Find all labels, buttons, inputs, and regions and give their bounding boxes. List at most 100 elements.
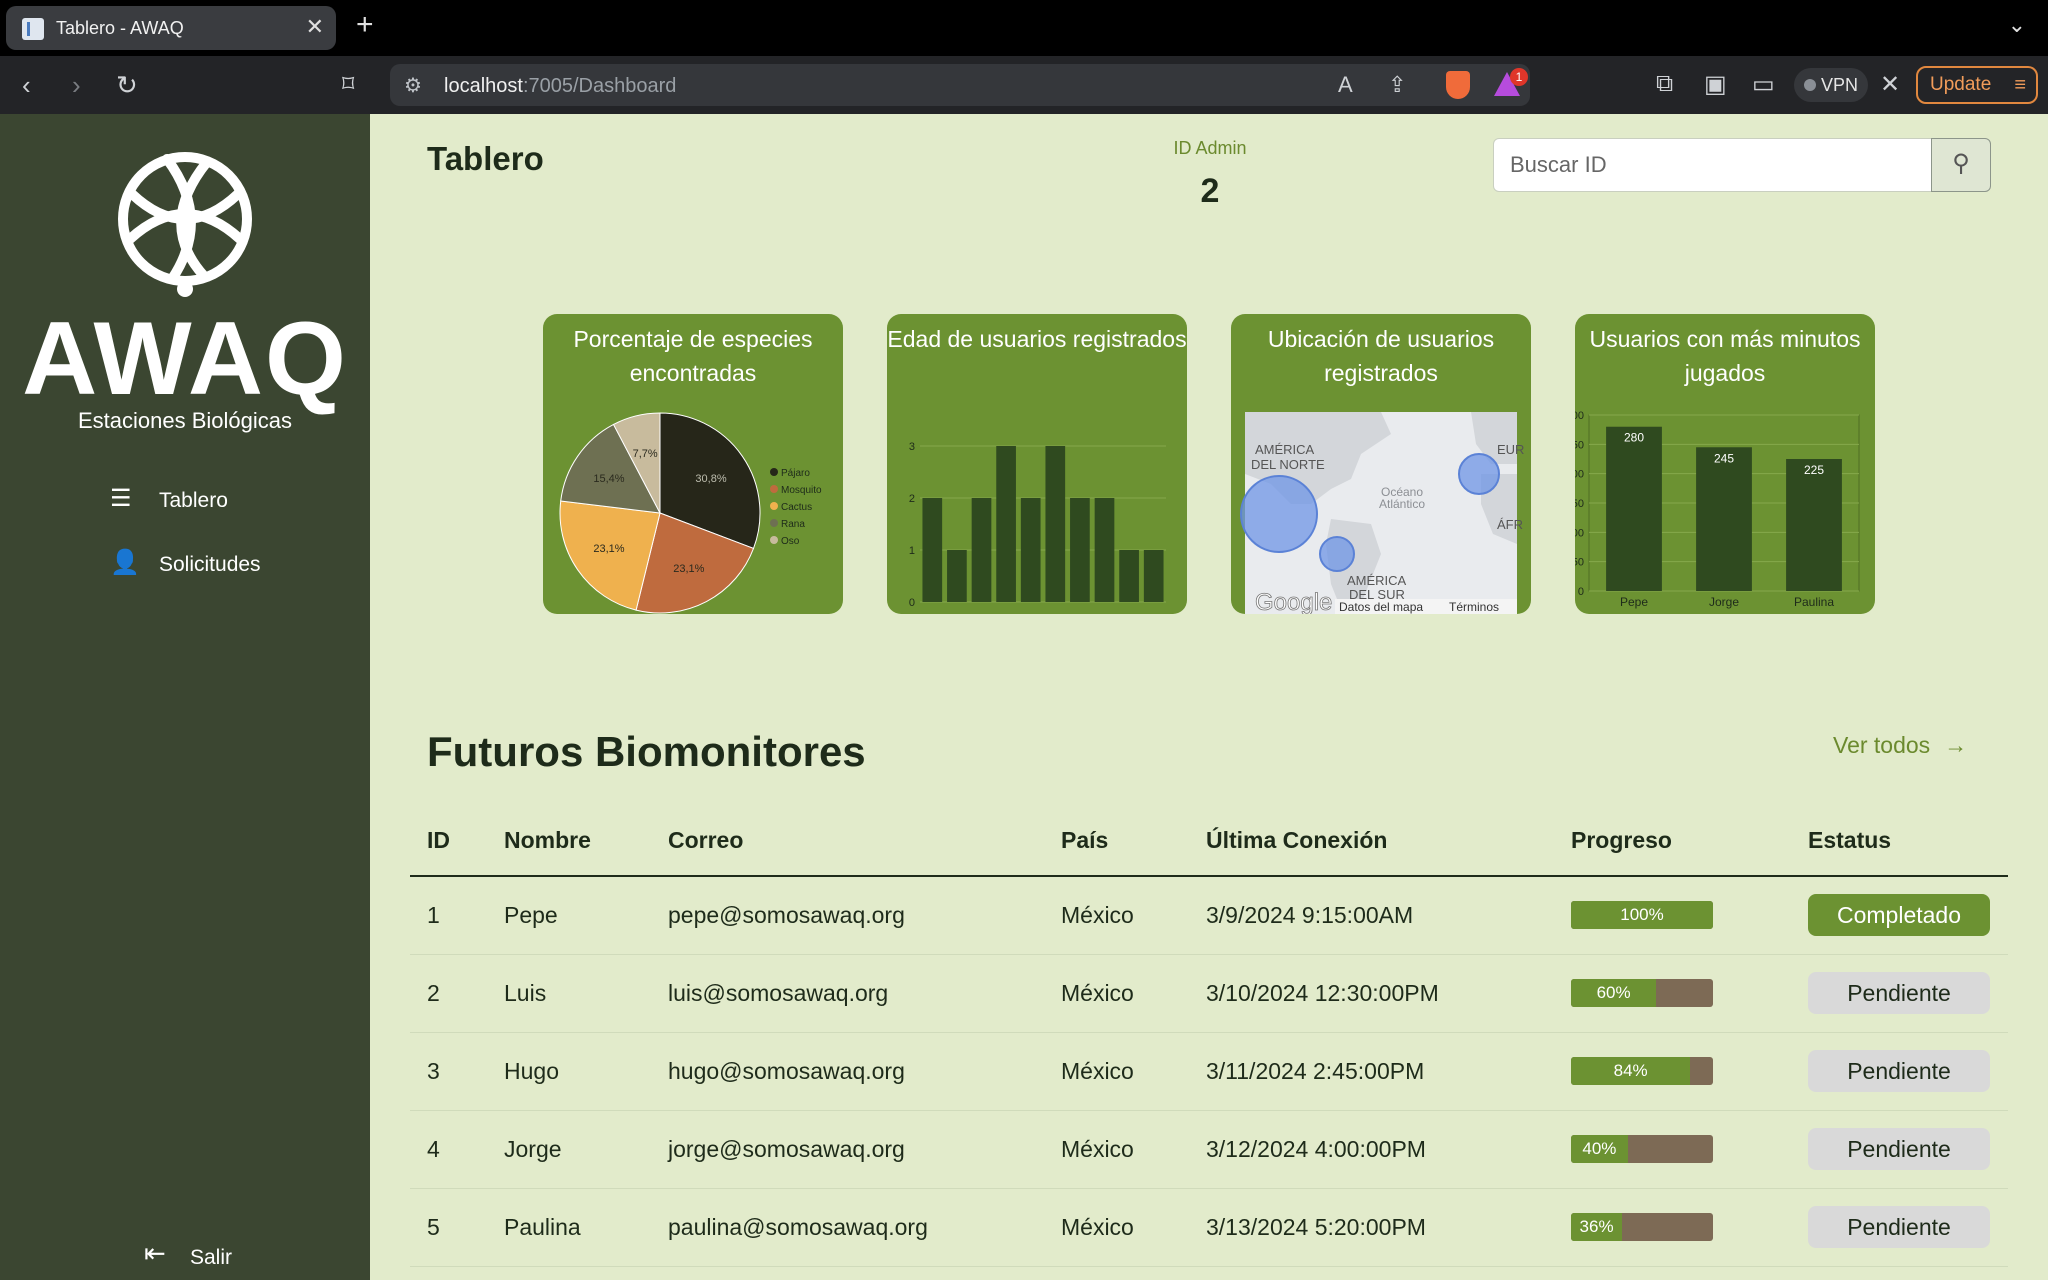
brave-shields-icon[interactable] [1446, 71, 1470, 99]
reload-icon[interactable]: ↻ [116, 70, 138, 101]
legend-swatch [770, 536, 778, 544]
cell-name: Jorge [487, 1110, 651, 1189]
translate-icon[interactable]: A [1338, 72, 1353, 98]
back-icon[interactable]: ‹ [22, 70, 31, 101]
cell-email: luis@somosawaq.org [651, 954, 1044, 1033]
table-row[interactable]: 2 Luis luis@somosawaq.org México 3/10/2024 1… [410, 954, 2008, 1033]
cell-email: paulina@somosawaq.org [651, 1188, 1044, 1267]
bar[interactable] [1606, 426, 1662, 591]
progress-label: 100% [1620, 905, 1664, 925]
legend-swatch [770, 519, 778, 527]
table-row[interactable]: 4 Jorge jorge@somosawaq.org México 3/12/2024… [410, 1110, 2008, 1189]
close-tab-icon[interactable]: ✕ [306, 14, 324, 40]
browser-toolbar: ‹ › ↻ ⌑ ⚙ localhost:7005/Dashboard A ⇪ 1… [0, 56, 2048, 114]
pie-slice-label: 7,7% [633, 448, 658, 460]
new-tab-icon[interactable]: + [356, 8, 374, 42]
map-label: AMÉRICA [1255, 442, 1315, 457]
table-row[interactable]: 5 Paulina paulina@somosawaq.org México 3/13/… [410, 1188, 2008, 1267]
bar-value-label: 280 [1624, 431, 1644, 445]
cell-email: hugo@somosawaq.org [651, 1032, 1044, 1111]
browser-tab[interactable]: Tablero - AWAQ ✕ [6, 6, 336, 50]
share-icon[interactable]: ⇪ [1388, 72, 1406, 98]
bar[interactable] [996, 446, 1016, 602]
bar[interactable] [1045, 446, 1066, 602]
browser-tab-bar: Tablero - AWAQ ✕ + ⌄ [0, 0, 2048, 56]
view-all-link[interactable]: Ver todos → [1833, 732, 1967, 759]
bar[interactable] [971, 498, 992, 602]
status-badge[interactable]: Pendiente [1808, 1050, 1990, 1092]
y-tick-label: 0 [1578, 586, 1584, 598]
bar[interactable] [1143, 550, 1164, 602]
bar[interactable] [1696, 447, 1752, 591]
progress-label: 36% [1579, 1217, 1614, 1236]
y-tick-label: 50 [1575, 557, 1584, 569]
cell-country: México [1044, 1188, 1189, 1267]
cell-last-connection: 3/11/2024 2:45:00PM [1189, 1032, 1554, 1111]
status-badge[interactable]: Pendiente [1808, 972, 1990, 1014]
cell-status: Completado [1791, 876, 2008, 955]
map-label: DEL NORTE [1251, 457, 1325, 472]
status-badge[interactable]: Completado [1808, 894, 1990, 937]
bar[interactable] [1070, 498, 1090, 602]
forward-icon[interactable]: › [72, 70, 81, 101]
cell-country: México [1044, 1032, 1189, 1111]
bookmark-icon[interactable]: ⌑ [342, 70, 354, 99]
map-terms-link[interactable]: Términos [1449, 600, 1499, 614]
bar[interactable] [922, 498, 943, 602]
sidebar-item-label: Solicitudes [159, 553, 261, 576]
leo-ai-icon[interactable]: ✕ [1880, 70, 1900, 99]
x-tick-label: Jorge [1709, 595, 1739, 609]
bar[interactable] [947, 550, 967, 602]
column-header-country: País [1044, 806, 1189, 877]
y-tick-label: 0 [909, 597, 915, 609]
address-bar[interactable]: ⚙ localhost:7005/Dashboard A ⇪ 1 [390, 64, 1530, 106]
sidebar-toggle-icon[interactable]: ▣ [1704, 70, 1727, 99]
cell-status: Pendiente [1791, 1032, 2008, 1111]
vpn-button[interactable]: VPN [1794, 68, 1868, 102]
table-row[interactable]: 3 Hugo hugo@somosawaq.org México 3/11/2024 2… [410, 1032, 2008, 1111]
y-tick-label: 250 [1575, 439, 1584, 451]
progress-bar: 100% [1571, 901, 1713, 930]
wallet-icon[interactable]: ▭ [1752, 70, 1775, 99]
y-tick-label: 200 [1575, 469, 1584, 481]
arrow-right-icon: → [1944, 732, 1968, 758]
bar[interactable] [1020, 498, 1041, 602]
status-badge[interactable]: Pendiente [1808, 1206, 1990, 1248]
y-tick-label: 300 [1575, 410, 1584, 422]
update-button[interactable]: Update ≡ [1916, 66, 2038, 104]
logout-label: Salir [190, 1246, 233, 1269]
legend-label: Oso [781, 536, 800, 547]
cell-last-connection: 3/12/2024 4:00:00PM [1189, 1110, 1554, 1189]
cell-last-connection: 3/13/2024 5:20:00PM [1189, 1188, 1554, 1267]
cell-email: pepe@somosawaq.org [651, 876, 1044, 955]
ages-bar-chart: 0 1 2 3 [909, 441, 1166, 609]
table-header-row: ID Nombre Correo País Última Conexión Pr… [410, 806, 2008, 877]
status-badge[interactable]: Pendiente [1808, 1128, 1990, 1170]
table-row[interactable]: 1 Pepe pepe@somosawaq.org México 3/9/2024 9:… [410, 876, 2008, 955]
site-settings-icon[interactable]: ⚙ [404, 73, 422, 98]
users-location-map[interactable]: AMÉRICA DEL NORTE Océano Atlántico AMÉRI… [1231, 314, 1531, 614]
bar-value-label: 245 [1714, 451, 1734, 465]
cell-id: 5 [410, 1188, 487, 1267]
cell-country: México [1044, 876, 1189, 955]
cell-progress: 100% [1554, 876, 1791, 955]
cell-name: Hugo [487, 1032, 651, 1111]
extensions-icon[interactable]: ⧉ [1656, 70, 1673, 98]
search-id-input[interactable] [1493, 138, 1933, 192]
cell-progress: 60% [1554, 954, 1791, 1033]
tab-list-chevron-icon[interactable]: ⌄ [2008, 12, 2026, 38]
legend-swatch [770, 468, 778, 476]
map-label: EUR [1497, 442, 1524, 457]
list-icon: ☰ [110, 485, 132, 512]
map-data-link[interactable]: Datos del mapa [1339, 600, 1423, 614]
logout-icon: ⇤ [144, 1238, 166, 1268]
tab-title: Tablero - AWAQ [56, 18, 184, 38]
bar[interactable] [1786, 459, 1842, 591]
brand-wordmark: AWAQ [22, 301, 348, 417]
species-chart-card: Porcentaje de especies encontradas 30,8%… [543, 314, 843, 614]
bar[interactable] [1119, 550, 1139, 602]
search-button[interactable]: ⚲ [1931, 138, 1991, 192]
progress-bar: 60% [1571, 979, 1713, 1007]
bar[interactable] [1094, 498, 1115, 602]
column-header-last-connection: Última Conexión [1189, 806, 1554, 877]
